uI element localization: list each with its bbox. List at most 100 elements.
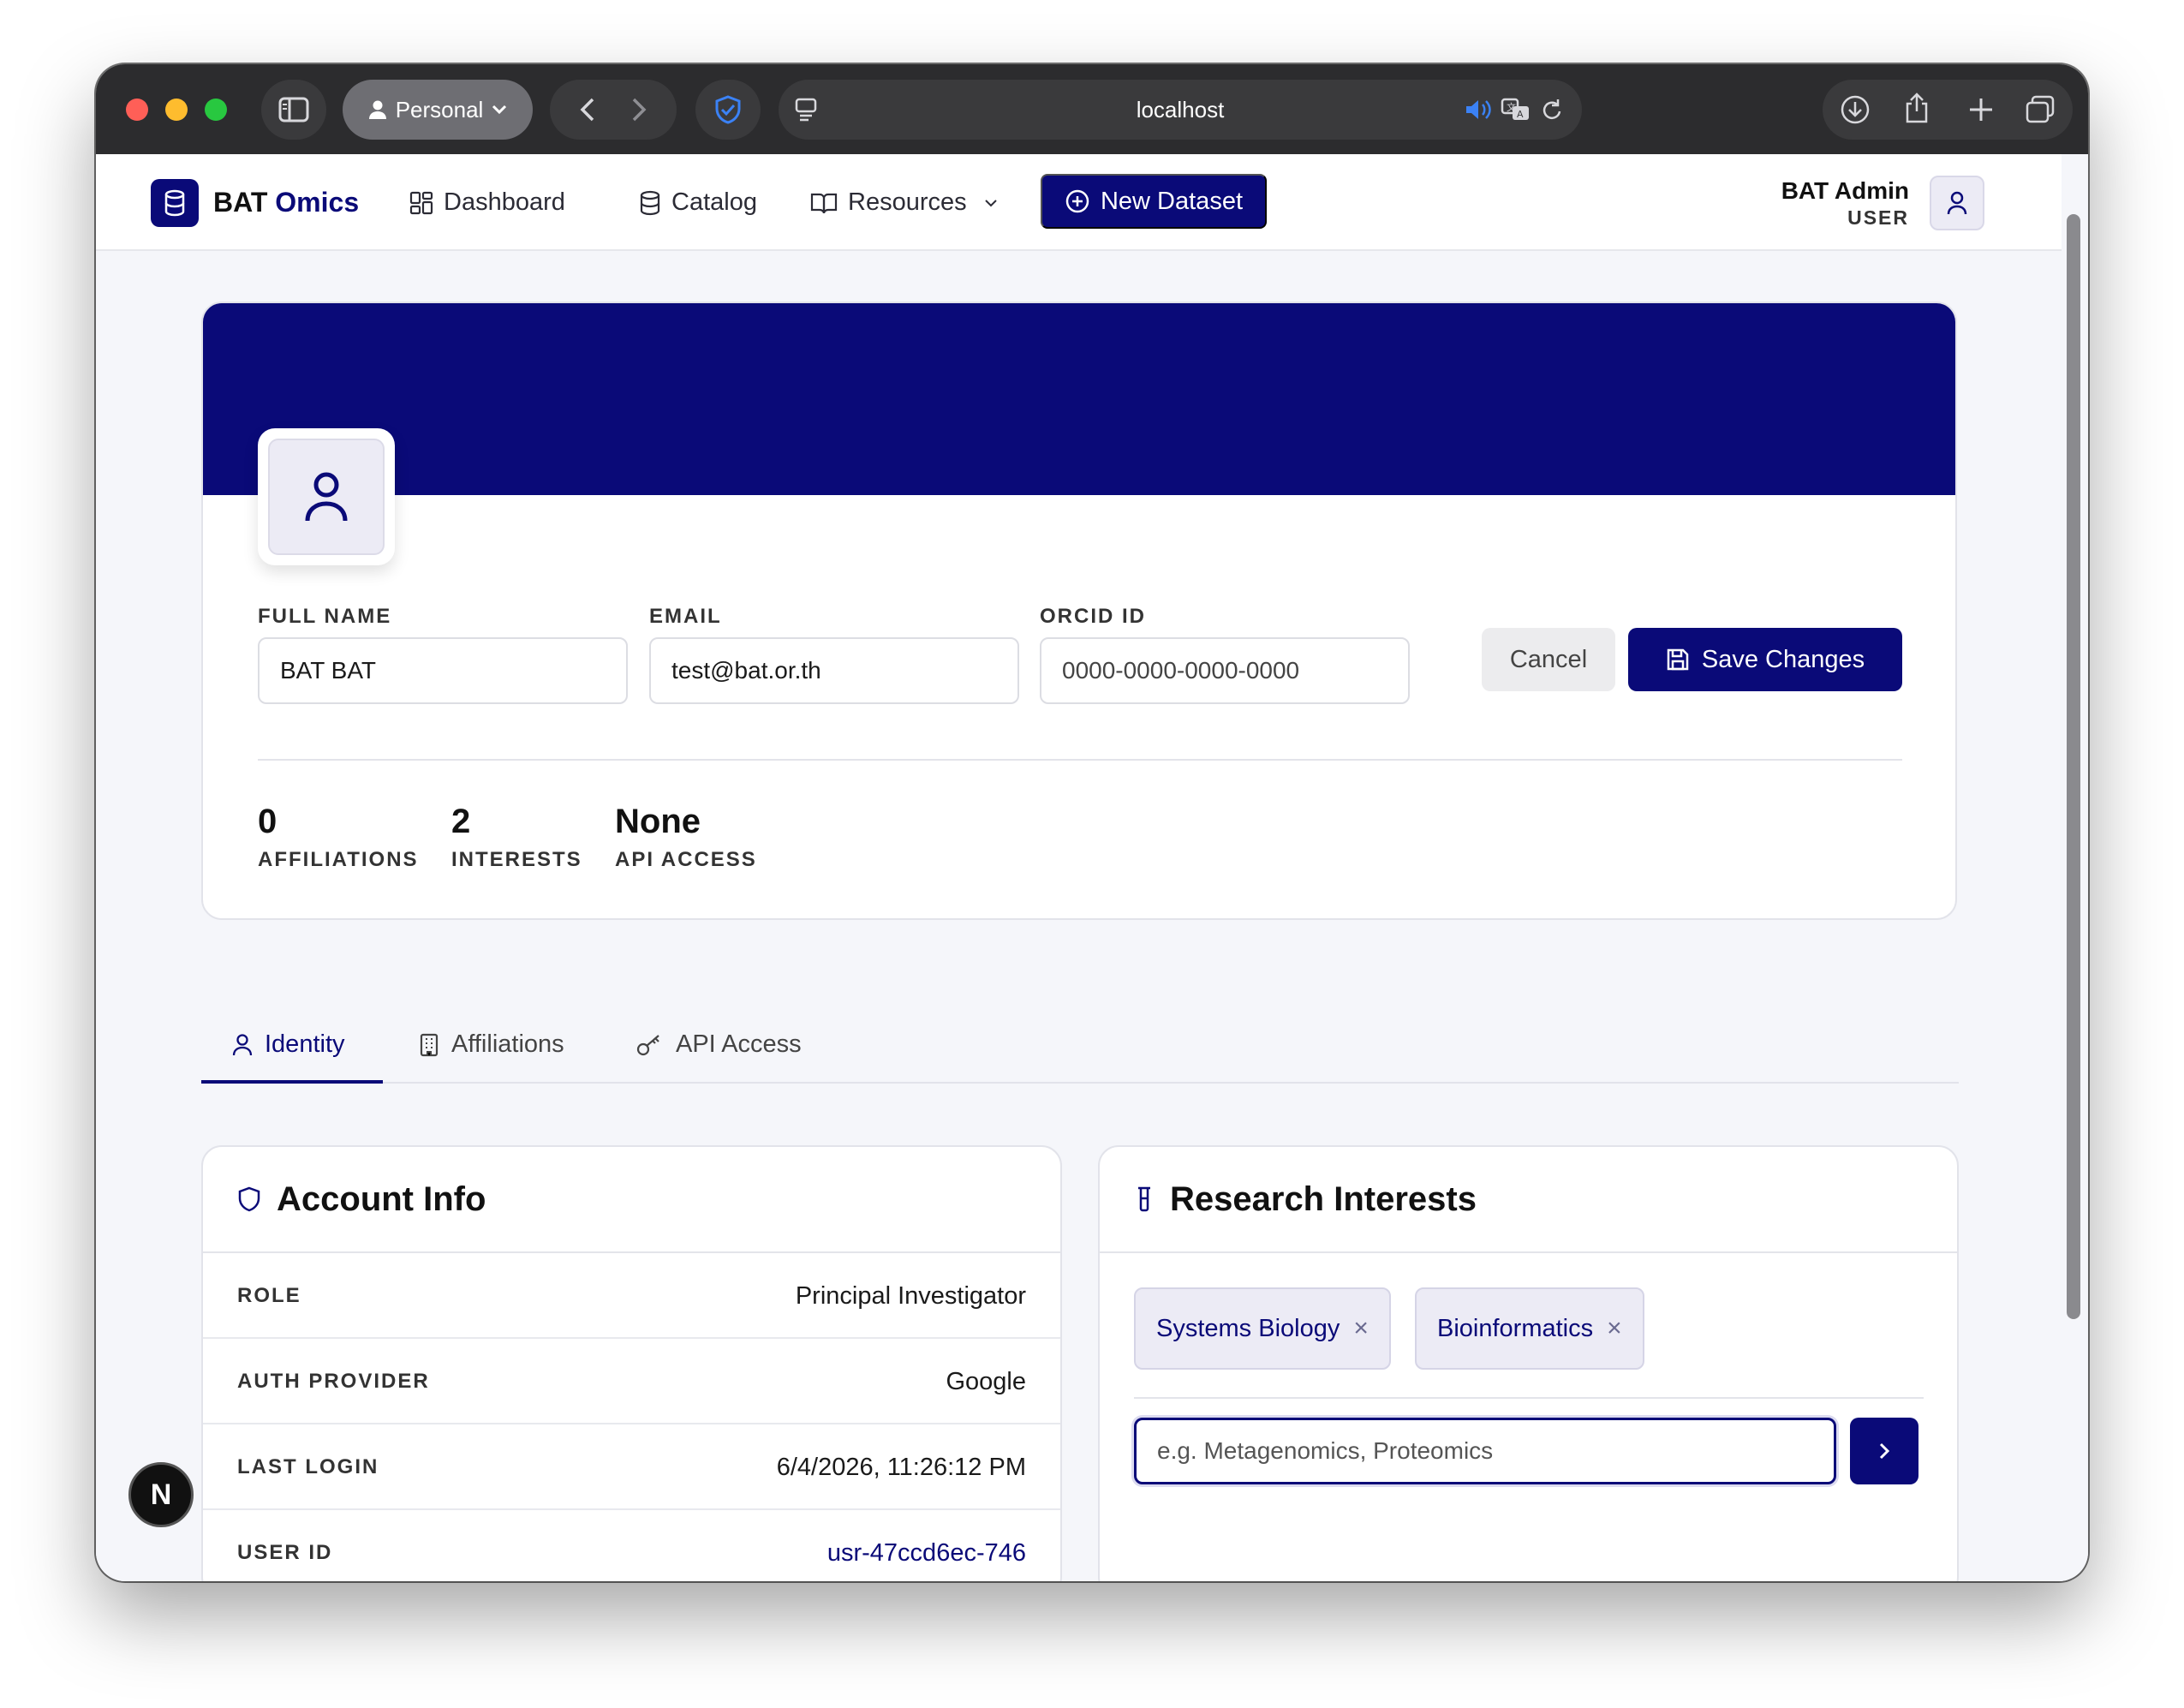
info-value: Principal Investigator <box>795 1282 1026 1310</box>
browser-toolbar: Personal localhost 文A <box>96 64 2088 154</box>
remove-chip-icon[interactable]: × <box>1353 1314 1369 1343</box>
tab-api-access[interactable]: API Access <box>636 1030 802 1059</box>
address-bar[interactable]: localhost 文A <box>779 80 1582 140</box>
translate-icon[interactable]: 文A <box>1501 97 1531 122</box>
orcid-input[interactable] <box>1040 637 1410 704</box>
person-icon <box>368 100 386 119</box>
download-icon[interactable] <box>1840 94 1871 125</box>
stat-label: INTERESTS <box>451 848 582 871</box>
email-label: EMAIL <box>649 605 722 628</box>
stat-label: API ACCESS <box>615 848 757 871</box>
info-key: AUTH PROVIDER <box>237 1370 430 1393</box>
full-name-input[interactable] <box>258 637 628 704</box>
brand-prefix: BAT <box>213 187 268 218</box>
database-logo-icon <box>164 189 185 217</box>
profile-switcher[interactable]: Personal <box>343 80 533 140</box>
page-viewport: BAT Omics Dashboard Catalog Resources Ne <box>96 154 2088 1581</box>
reload-icon[interactable] <box>1541 97 1565 122</box>
database-icon <box>640 190 660 215</box>
plus-circle-icon <box>1065 189 1089 213</box>
nextjs-dev-badge[interactable]: N <box>128 1462 194 1527</box>
chevron-right-icon <box>1879 1442 1890 1460</box>
add-interest-button[interactable] <box>1850 1418 1918 1484</box>
email-input[interactable] <box>649 637 1019 704</box>
chevron-down-icon <box>984 199 997 206</box>
user-avatar-button[interactable] <box>1930 176 1984 230</box>
user-icon <box>1947 191 1967 215</box>
forward-arrow-icon[interactable] <box>630 97 647 122</box>
sidebar-toggle-button[interactable] <box>261 80 326 140</box>
address-text: localhost <box>1136 97 1225 122</box>
speaker-icon[interactable] <box>1464 97 1493 122</box>
svg-text:A: A <box>1517 109 1524 120</box>
chevron-down-icon <box>492 105 507 115</box>
tab-overview-icon[interactable] <box>2025 94 2056 125</box>
info-row-auth-provider: AUTH PROVIDER Google <box>203 1339 1060 1424</box>
interests-divider <box>1134 1397 1924 1399</box>
brand-logo[interactable] <box>151 179 199 227</box>
user-icon <box>232 1033 253 1055</box>
app-navbar: BAT Omics Dashboard Catalog Resources Ne <box>96 154 2062 251</box>
research-interests-title: Research Interests <box>1170 1179 1477 1218</box>
current-user: BAT Admin USER <box>1781 177 1909 230</box>
nav-item-catalog[interactable]: Catalog <box>639 188 757 217</box>
interest-chip: Bioinformatics × <box>1415 1287 1644 1370</box>
nav-item-label: Dashboard <box>444 188 565 216</box>
flask-icon <box>1138 1186 1150 1212</box>
interest-chip-label: Bioinformatics <box>1437 1314 1594 1342</box>
info-key: ROLE <box>237 1284 301 1307</box>
new-dataset-button[interactable]: New Dataset <box>1041 174 1267 229</box>
stat-affiliations: 0 AFFILIATIONS <box>258 803 419 872</box>
profile-banner <box>203 303 1955 495</box>
new-tab-plus-icon[interactable] <box>1968 97 1994 122</box>
privacy-shield-button[interactable] <box>695 80 761 140</box>
brand-accent: Omics <box>275 187 360 218</box>
share-icon[interactable] <box>1903 92 1930 124</box>
shield-icon <box>238 1186 260 1212</box>
book-icon <box>810 193 838 213</box>
cancel-button[interactable]: Cancel <box>1482 628 1615 691</box>
page-scrollbar[interactable] <box>2065 163 2082 1576</box>
info-value: 6/4/2026, 11:26:12 PM <box>776 1454 1026 1481</box>
maximize-window-button[interactable] <box>205 99 227 121</box>
full-name-label: FULL NAME <box>258 605 392 628</box>
tab-affiliations[interactable]: Affiliations <box>419 1030 564 1059</box>
research-interests-panel: Research Interests Systems Biology × Bio… <box>1098 1145 1959 1581</box>
info-row-user-id: USER ID usr-47ccd6ec-746 <box>203 1510 1060 1581</box>
browser-window: Personal localhost 文A BAT Omics Dashboar… <box>96 64 2088 1581</box>
nav-item-resources[interactable]: Resources <box>810 188 998 217</box>
back-arrow-icon[interactable] <box>579 97 596 122</box>
tab-identity[interactable]: Identity <box>232 1030 345 1059</box>
tab-label: Affiliations <box>451 1030 564 1058</box>
info-key: LAST LOGIN <box>237 1455 379 1478</box>
user-name: BAT Admin <box>1781 177 1909 204</box>
profile-tabs: Identity Affiliations API Access <box>201 1015 1959 1084</box>
nav-item-label: Catalog <box>671 188 757 216</box>
add-interest-input[interactable] <box>1134 1418 1836 1484</box>
screenshot-stage: Personal localhost 文A BAT Omics Dashboar… <box>0 0 2184 1708</box>
stat-interests: 2 INTERESTS <box>451 803 582 872</box>
brand-name[interactable]: BAT Omics <box>213 187 359 218</box>
stat-value: 0 <box>258 803 277 840</box>
history-nav-group <box>550 80 677 140</box>
nav-item-dashboard[interactable]: Dashboard <box>409 188 565 217</box>
info-row-role: ROLE Principal Investigator <box>203 1253 1060 1339</box>
account-info-panel: Account Info ROLE Principal Investigator… <box>201 1145 1062 1581</box>
tab-label: API Access <box>676 1030 802 1058</box>
close-window-button[interactable] <box>126 99 148 121</box>
stat-label: AFFILIATIONS <box>258 848 419 871</box>
key-icon <box>636 1034 659 1055</box>
user-id-link[interactable]: usr-47ccd6ec-746 <box>827 1539 1026 1568</box>
profile-avatar[interactable] <box>258 428 395 565</box>
profile-divider <box>258 759 1902 761</box>
remove-chip-icon[interactable]: × <box>1607 1314 1622 1343</box>
shield-extension-icon <box>715 95 741 124</box>
save-changes-button[interactable]: Save Changes <box>1628 628 1902 691</box>
account-info-title: Account Info <box>277 1179 486 1218</box>
scrollbar-thumb[interactable] <box>2067 214 2080 1319</box>
profile-card: FULL NAME EMAIL ORCID ID Cancel Save Cha… <box>201 302 1957 920</box>
nav-item-label: Resources <box>848 188 967 216</box>
info-value: Google <box>946 1368 1026 1395</box>
minimize-window-button[interactable] <box>165 99 188 121</box>
orcid-label: ORCID ID <box>1040 605 1146 628</box>
